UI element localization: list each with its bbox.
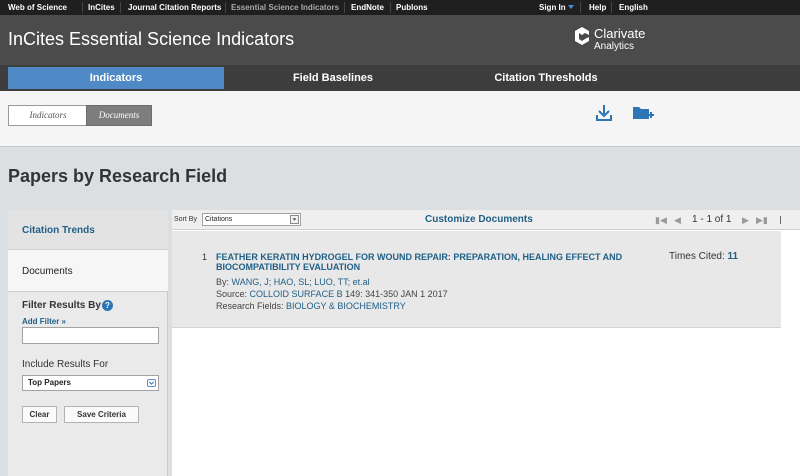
divider — [344, 2, 345, 13]
link-web-of-science[interactable]: Web of Science — [8, 0, 67, 15]
sidebar-item-documents[interactable]: Documents — [8, 250, 168, 292]
sign-in-label: Sign In — [539, 3, 566, 12]
source-journal-link[interactable]: COLLOID SURFACE B — [250, 289, 343, 299]
add-filter-link[interactable]: Add Filter » — [22, 317, 66, 326]
document-number: 1 — [202, 252, 208, 262]
link-endnote[interactable]: EndNote — [351, 0, 384, 15]
times-cited-count[interactable]: 11 — [728, 251, 739, 262]
breadcrumb-bar: Indicators Documents — [0, 91, 800, 147]
help-icon[interactable]: ? — [102, 300, 113, 311]
clarivate-logo-icon — [575, 27, 589, 45]
author-link[interactable]: HAO, SL; — [274, 277, 312, 287]
tab-field-baselines[interactable]: Field Baselines — [224, 67, 442, 89]
sidebar-item-label: Documents — [22, 266, 73, 277]
sort-value: Citations — [205, 216, 233, 223]
language-link[interactable]: English — [619, 0, 648, 15]
document-source: Source: COLLOID SURFACE B 149: 341-350 J… — [216, 289, 448, 299]
chevron-down-icon — [147, 379, 156, 387]
previous-page-icon[interactable]: ◀ — [674, 215, 681, 225]
filter-results-label: Filter Results By — [22, 300, 101, 311]
more-authors-link[interactable]: et.al — [353, 277, 370, 287]
filter-input[interactable] — [22, 327, 159, 344]
link-incites[interactable]: InCites — [88, 0, 115, 15]
author-link[interactable]: WANG, J; — [232, 277, 272, 287]
times-cited: Times Cited: 11 — [669, 251, 738, 262]
include-results-value: Top Papers — [28, 378, 71, 387]
document-authors: By: WANG, J; HAO, SL; LUO, TT; et.al — [216, 277, 370, 287]
divider — [120, 2, 121, 13]
research-field-link[interactable]: BIOLOGY & BIOCHEMISTRY — [286, 301, 406, 311]
source-label: Source: — [216, 289, 248, 299]
sign-in-menu[interactable]: Sign In — [539, 0, 574, 15]
document-row: 1 FEATHER KERATIN HYDROGEL FOR WOUND REP… — [172, 231, 781, 328]
tab-indicators[interactable]: Indicators — [8, 67, 224, 89]
first-page-icon[interactable]: ▮◀ — [655, 215, 667, 225]
sidebar-item-citation-trends[interactable]: Citation Trends — [8, 210, 168, 250]
page-count: 1 - 1 of 1 — [692, 214, 732, 225]
include-results-select[interactable]: Top Papers — [22, 375, 159, 391]
help-link[interactable]: Help — [589, 0, 606, 15]
sidebar: Citation Trends Documents Filter Results… — [8, 210, 168, 476]
divider — [82, 2, 83, 13]
logo-subtitle: Analytics — [594, 41, 635, 52]
source-details: 149: 341-350 JAN 1 2017 — [345, 289, 448, 299]
chevron-down-icon — [567, 5, 574, 9]
app-title: InCites Essential Science Indicators — [8, 29, 295, 49]
top-link-bar: Web of Science InCites Journal Citation … — [0, 0, 800, 15]
sidebar-item-label: Citation Trends — [22, 225, 95, 236]
app-header: InCites Essential Science Indicators Cla… — [0, 15, 800, 65]
divider — [611, 2, 612, 13]
last-page-icon[interactable]: ▶▮ — [756, 215, 768, 225]
page-title: Papers by Research Field — [8, 166, 228, 186]
results-panel: Sort By Citations Customize Documents ▮◀… — [172, 210, 800, 476]
times-cited-label: Times Cited: — [669, 251, 725, 262]
document-title-link[interactable]: FEATHER KERATIN HYDROGEL FOR WOUND REPAI… — [216, 252, 646, 272]
next-page-icon[interactable]: ▶ — [742, 215, 749, 225]
divider — [390, 2, 391, 13]
divider — [580, 2, 581, 13]
chevron-down-icon — [290, 215, 299, 224]
clarivate-logo[interactable]: Clarivate Analytics — [574, 24, 664, 56]
divider — [225, 2, 226, 13]
sort-select[interactable]: Citations — [202, 213, 301, 226]
add-folder-icon[interactable] — [632, 104, 654, 122]
save-criteria-button[interactable]: Save Criteria — [64, 406, 139, 423]
link-publons[interactable]: Publons — [396, 0, 428, 15]
customize-documents-link[interactable]: Customize Documents — [425, 214, 533, 225]
research-fields-label: Research Fields: — [216, 301, 284, 311]
clear-button[interactable]: Clear — [22, 406, 57, 423]
breadcrumb-indicators[interactable]: Indicators — [8, 105, 88, 126]
breadcrumb-documents: Documents — [86, 105, 152, 126]
download-icon[interactable] — [595, 104, 613, 122]
sort-by-label: Sort By — [174, 216, 197, 223]
link-journal-citation-reports[interactable]: Journal Citation Reports — [128, 0, 221, 15]
logo-name: Clarivate — [594, 26, 646, 41]
authors-label: By: — [216, 277, 230, 287]
link-essential-science-indicators[interactable]: Essential Science Indicators — [231, 0, 339, 15]
include-results-label: Include Results For — [22, 359, 109, 370]
main-tabs: Indicators Field Baselines Citation Thre… — [0, 65, 800, 91]
divider — [780, 216, 781, 224]
tab-citation-thresholds[interactable]: Citation Thresholds — [442, 67, 650, 89]
document-research-fields: Research Fields: BIOLOGY & BIOCHEMISTRY — [216, 301, 406, 311]
results-toolbar: Sort By Citations Customize Documents ▮◀… — [172, 210, 800, 230]
author-link[interactable]: LUO, TT; — [314, 277, 350, 287]
